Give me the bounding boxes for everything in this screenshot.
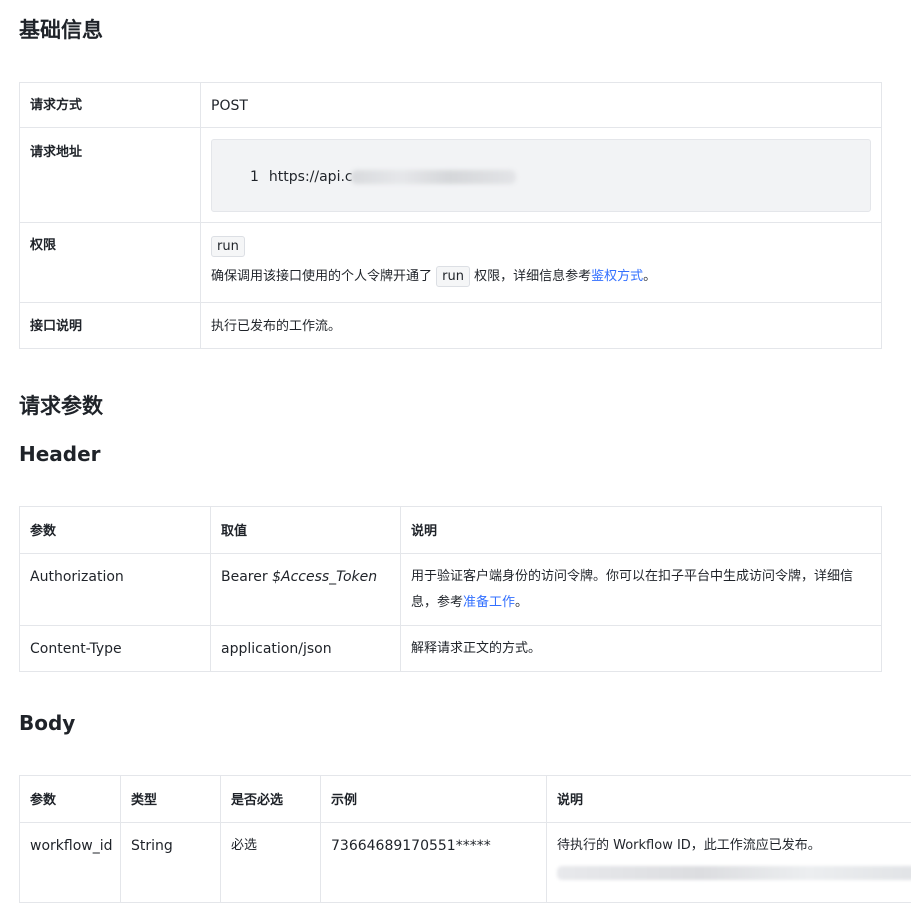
column-header: 取值 [211, 507, 401, 554]
desc-text-end: 。 [515, 595, 528, 610]
param-required: 必选 [221, 823, 321, 903]
column-header: 是否必选 [221, 776, 321, 823]
permission-label: 权限 [20, 223, 201, 303]
section-title-request-params: 请求参数 [19, 392, 103, 420]
param-name: Authorization [20, 554, 211, 626]
param-example: 73664689170551***** [321, 823, 547, 903]
auth-method-link[interactable]: 鉴权方式 [591, 269, 643, 284]
param-description-text: 待执行的 Workflow ID，此工作流应已发布。 [557, 836, 909, 856]
table-header-row: 参数 取值 说明 [20, 507, 882, 554]
column-header: 说明 [547, 776, 911, 823]
url-code-block[interactable]: 1 https://api.c [211, 139, 871, 212]
header-params-table: 参数 取值 说明 Authorization Bearer $Access_To… [19, 506, 882, 672]
column-header: 参数 [20, 776, 121, 823]
column-header: 类型 [121, 776, 221, 823]
table-header-row: 参数 类型 是否必选 示例 说明 [20, 776, 911, 823]
redacted-url-blur [351, 170, 516, 184]
param-description: 用于验证客户端身份的访问令牌。你可以在扣子平台中生成访问令牌，详细信息，参考准备… [401, 554, 882, 626]
description-value: 执行已发布的工作流。 [201, 303, 882, 349]
param-value: Bearer $Access_Token [211, 554, 401, 626]
body-params-table: 参数 类型 是否必选 示例 说明 workflow_id String 必选 7… [19, 775, 911, 903]
permission-inline-tag: run [436, 266, 470, 287]
basic-info-table: 请求方式 POST 请求地址 1 https://api.c 权限 run 确保调… [19, 82, 882, 349]
table-row: 请求地址 1 https://api.c [20, 128, 882, 223]
section-title-header: Header [19, 441, 101, 467]
param-type: String [121, 823, 221, 903]
truncated-text-blur [557, 866, 911, 880]
permission-text-before: 确保调用该接口使用的个人令牌开通了 [211, 269, 432, 284]
table-row: 请求方式 POST [20, 83, 882, 128]
table-row: workflow_id String 必选 73664689170551****… [20, 823, 911, 903]
url-label: 请求地址 [20, 128, 201, 223]
code-line-number: 1 [250, 169, 259, 185]
description-label: 接口说明 [20, 303, 201, 349]
section-title-body: Body [19, 710, 75, 736]
param-description: 待执行的 Workflow ID，此工作流应已发布。 [547, 823, 911, 903]
table-row: Content-Type application/json 解释请求正文的方式。 [20, 626, 882, 672]
param-name: Content-Type [20, 626, 211, 672]
column-header: 参数 [20, 507, 211, 554]
permission-description: 确保调用该接口使用的个人令牌开通了 run 权限，详细信息参考鉴权方式。 [211, 266, 871, 287]
table-row: 权限 run 确保调用该接口使用的个人令牌开通了 run 权限，详细信息参考鉴权… [20, 223, 882, 303]
param-name: workflow_id [20, 823, 121, 903]
value-variable: $Access_Token [272, 569, 377, 585]
section-title-basic-info: 基础信息 [19, 16, 103, 44]
permission-tag: run [211, 236, 245, 257]
table-row: Authorization Bearer $Access_Token 用于验证客… [20, 554, 882, 626]
preparation-link[interactable]: 准备工作 [463, 595, 515, 610]
method-label: 请求方式 [20, 83, 201, 128]
column-header: 说明 [401, 507, 882, 554]
param-value: application/json [211, 626, 401, 672]
method-value: POST [201, 83, 882, 128]
permission-text-end: 。 [643, 269, 656, 284]
permission-text-after: 权限，详细信息参考 [474, 269, 591, 284]
table-row: 接口说明 执行已发布的工作流。 [20, 303, 882, 349]
param-description: 解释请求正文的方式。 [401, 626, 882, 672]
column-header: 示例 [321, 776, 547, 823]
value-prefix: Bearer [221, 569, 272, 585]
url-text: https://api.c [269, 169, 353, 185]
